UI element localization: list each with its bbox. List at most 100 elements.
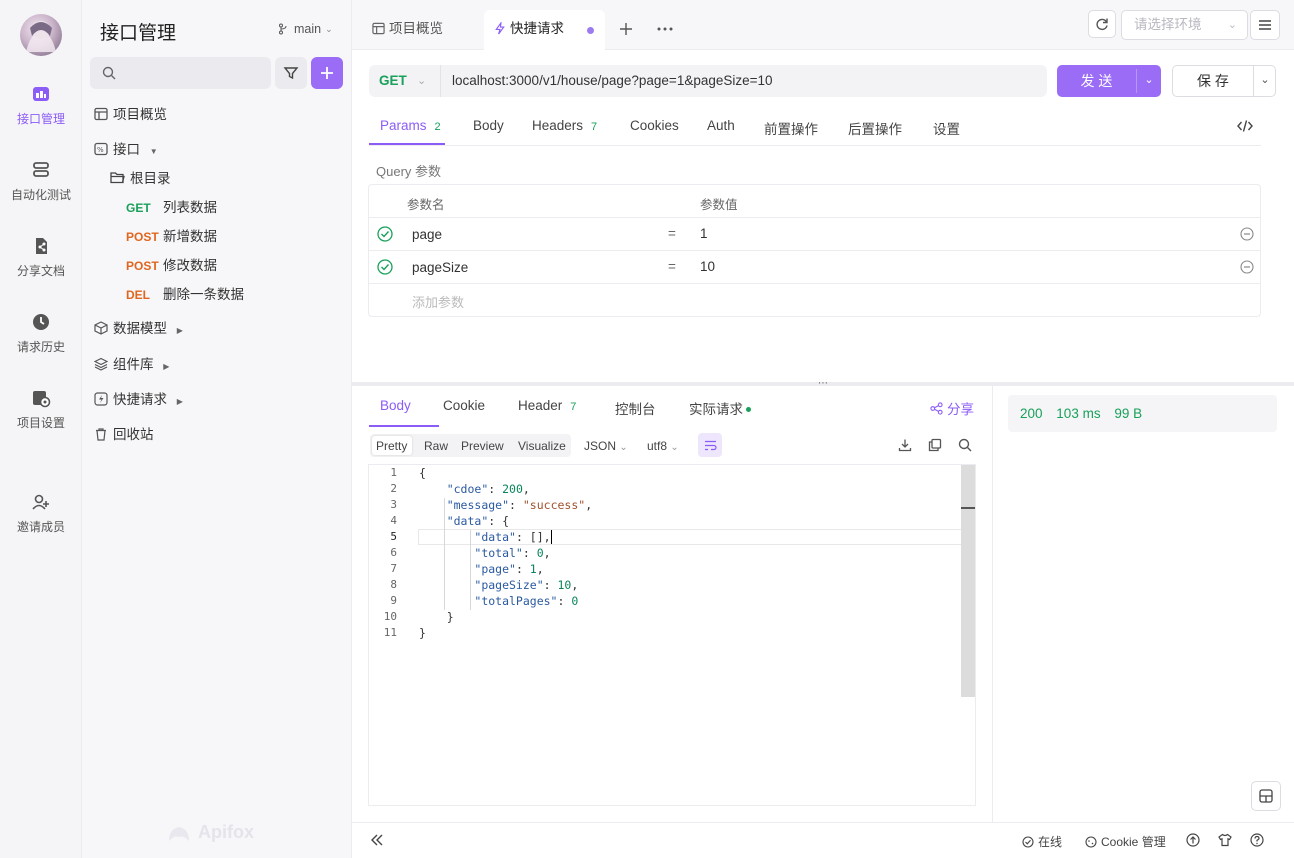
rail-item-automation[interactable]: 自动化测试: [0, 160, 82, 203]
url-input[interactable]: localhost:3000/v1/house/page?page=1&page…: [452, 65, 1042, 97]
upload-button[interactable]: [1178, 826, 1208, 854]
tree-item-trash[interactable]: 回收站: [94, 424, 154, 446]
response-editor[interactable]: 1 2 3 4 5 6 7 8 9 10 11 { "cdoe": 200, "…: [368, 464, 976, 806]
check-circle-icon[interactable]: [377, 259, 393, 275]
param-name[interactable]: pageSize: [412, 260, 468, 275]
tab-auth[interactable]: Auth: [707, 118, 735, 133]
status-dot: [746, 407, 751, 412]
code-token: 200: [502, 482, 523, 496]
resp-tab-actual-request[interactable]: 实际请求: [689, 398, 751, 418]
resp-tab-cookie[interactable]: Cookie: [443, 398, 485, 413]
view-mode-preview[interactable]: Preview: [461, 439, 504, 453]
format-select[interactable]: JSON ⌄: [584, 439, 628, 453]
sidebar: 接口管理 main ⌄ 项目概览 % 接口 ▼ 根目录 GET 列表数据 POST 新…: [82, 0, 352, 858]
code-line: }: [419, 625, 426, 641]
text-cursor: [550, 530, 559, 544]
rail-item-project-settings[interactable]: 项目设置: [0, 388, 82, 431]
equals-sign: =: [668, 226, 676, 241]
filter-button[interactable]: [275, 57, 307, 89]
divider: [369, 145, 1261, 146]
param-value[interactable]: 1: [700, 226, 708, 241]
tab-pre-processors[interactable]: 前置操作: [764, 118, 818, 138]
method-label: GET: [379, 73, 407, 88]
tree-item-overview[interactable]: 项目概览: [94, 104, 167, 126]
word-wrap-toggle[interactable]: [698, 433, 722, 457]
tab-settings[interactable]: 设置: [933, 118, 960, 138]
tree-item-models[interactable]: 数据模型 ▶: [94, 318, 183, 340]
online-status[interactable]: 在线: [1022, 833, 1062, 850]
share-button[interactable]: 分享: [930, 398, 974, 418]
method-select[interactable]: GET ⌄: [369, 65, 441, 97]
add-param-input[interactable]: 添加参数: [412, 292, 464, 311]
endpoint-item[interactable]: GET 列表数据: [126, 197, 217, 219]
view-mode-visualize[interactable]: Visualize: [518, 439, 566, 453]
tab-headers[interactable]: Headers 7: [532, 118, 597, 133]
endpoint-item[interactable]: POST 新增数据: [126, 226, 217, 248]
view-mode-raw[interactable]: Raw: [424, 439, 448, 453]
tab-quick-request[interactable]: 快捷请求: [484, 10, 605, 51]
endpoint-item[interactable]: DEL 删除一条数据: [126, 284, 244, 306]
avatar[interactable]: [20, 14, 62, 56]
arrow-up-circle-icon: [1186, 833, 1200, 847]
environment-select[interactable]: 请选择环境 ⌄: [1121, 10, 1248, 40]
scrollbar-thumb[interactable]: [961, 465, 975, 697]
encoding-select[interactable]: utf8 ⌄: [647, 439, 679, 453]
tab-cookies[interactable]: Cookies: [630, 118, 679, 133]
drag-dots-icon: ⋯: [818, 378, 829, 389]
save-dropdown-chevron-icon[interactable]: ⌄: [1254, 66, 1276, 96]
send-dropdown-chevron-icon[interactable]: ⌄: [1137, 65, 1161, 97]
resp-tab-console[interactable]: 控制台: [615, 398, 656, 418]
check-circle-icon[interactable]: [377, 226, 393, 242]
code-token: }: [419, 610, 454, 624]
tree-label: 组件库: [113, 357, 154, 372]
endpoint-name: 修改数据: [163, 258, 217, 273]
new-tab-button[interactable]: [611, 15, 641, 43]
tab-overview[interactable]: 项目概览: [362, 10, 480, 48]
line-number: 7: [390, 562, 397, 575]
rail-item-api-management[interactable]: 接口管理: [0, 84, 82, 127]
resp-tab-header[interactable]: Header 7: [518, 398, 576, 413]
help-button[interactable]: [1242, 826, 1272, 854]
cookie-management-button[interactable]: Cookie 管理: [1085, 833, 1166, 850]
download-button[interactable]: [890, 431, 920, 459]
line-number: 4: [390, 514, 397, 527]
param-value[interactable]: 10: [700, 259, 715, 274]
code-gen-button[interactable]: [1230, 112, 1260, 140]
rail-item-history[interactable]: 请求历史: [0, 312, 82, 355]
send-button[interactable]: 发 送 ⌄: [1057, 65, 1161, 97]
tree-item-root[interactable]: 根目录: [110, 168, 171, 190]
tab-body[interactable]: Body: [473, 118, 504, 133]
tree-item-components[interactable]: 组件库 ▶: [93, 354, 169, 376]
copy-button[interactable]: [920, 431, 950, 459]
tab-params[interactable]: Params 2: [380, 118, 441, 133]
view-mode-pretty[interactable]: Pretty: [376, 439, 407, 453]
layout-icon: [372, 22, 385, 35]
layout-toggle-button[interactable]: [1251, 781, 1281, 811]
rail-item-share-doc[interactable]: 分享文档: [0, 236, 82, 279]
add-button[interactable]: [311, 57, 343, 89]
code-token: ,: [522, 482, 530, 496]
more-tabs-button[interactable]: [650, 15, 680, 43]
param-name[interactable]: page: [412, 227, 442, 242]
remove-circle-icon[interactable]: [1240, 227, 1254, 241]
rail-item-invite[interactable]: 邀请成员: [0, 492, 82, 535]
endpoint-item[interactable]: POST 修改数据: [126, 255, 217, 277]
collapse-sidebar-button[interactable]: [362, 826, 392, 854]
branch-selector[interactable]: main ⌄: [278, 22, 333, 36]
line-number: 1: [390, 466, 397, 479]
count-badge: 2: [434, 121, 441, 133]
menu-button[interactable]: [1250, 10, 1280, 40]
remove-circle-icon[interactable]: [1240, 260, 1254, 274]
code-token: "page": [474, 562, 516, 576]
tree-item-api[interactable]: % 接口 ▼: [94, 139, 158, 161]
tab-post-processors[interactable]: 后置操作: [848, 118, 902, 138]
search-input[interactable]: [90, 57, 271, 89]
tree-item-quick-request[interactable]: 快捷请求 ▶: [94, 389, 183, 411]
save-button[interactable]: 保 存 ⌄: [1172, 65, 1276, 97]
resp-tab-body[interactable]: Body: [380, 398, 411, 413]
theme-button[interactable]: [1210, 826, 1240, 854]
search-response-button[interactable]: [950, 431, 980, 459]
refresh-env-button[interactable]: [1088, 10, 1116, 38]
